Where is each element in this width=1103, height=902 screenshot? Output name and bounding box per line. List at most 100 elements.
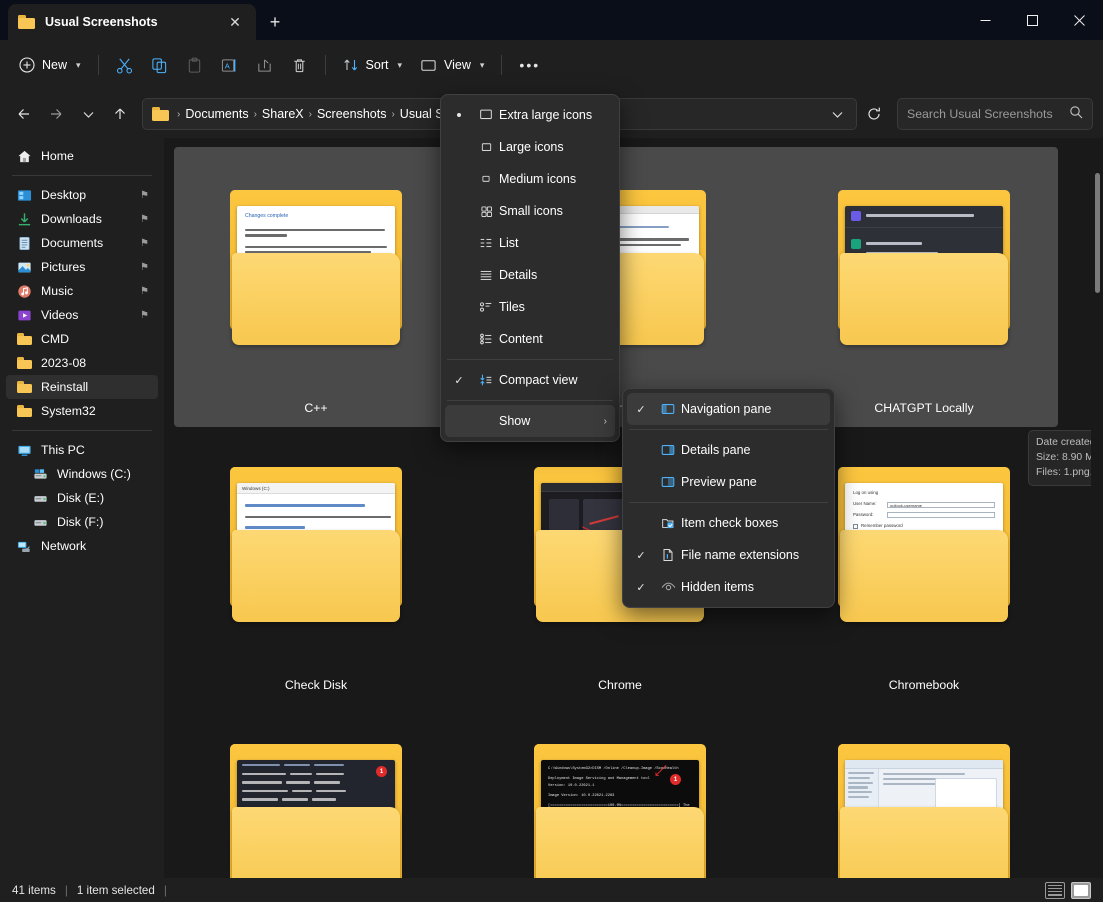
menu-item-details-pane[interactable]: Details pane	[627, 434, 830, 466]
menu-item-label: Compact view	[499, 373, 607, 387]
show-submenu[interactable]: ✓ Navigation pane Details pane Preview p…	[622, 388, 835, 608]
selection-count: 1 item selected	[77, 884, 155, 897]
file-item-cpp[interactable]: Changes complete C++	[164, 138, 468, 418]
large-icons-icon	[473, 140, 499, 155]
sidebar-item-disk-e[interactable]: Disk (E:)	[6, 486, 158, 510]
sidebar-item-desktop[interactable]: Desktop ⚑	[6, 183, 158, 207]
refresh-button[interactable]	[859, 99, 889, 129]
large-icons-view-toggle[interactable]	[1071, 882, 1091, 899]
sidebar-item-reinstall[interactable]: Reinstall	[6, 375, 158, 399]
rename-button[interactable]: A	[212, 49, 247, 81]
paste-button[interactable]	[177, 49, 212, 81]
menu-item-medium-icons[interactable]: Medium icons	[445, 163, 615, 195]
cut-button[interactable]	[107, 49, 142, 81]
sidebar-item-cmd[interactable]: CMD	[6, 327, 158, 351]
close-tab-icon[interactable]: ✕	[224, 11, 246, 33]
menu-item-label: List	[499, 236, 607, 250]
menu-item-preview-pane[interactable]: Preview pane	[627, 466, 830, 498]
folder-thumbnail	[812, 730, 1036, 878]
search-box[interactable]	[897, 98, 1093, 130]
folder-thumbnail: C:\Windows\System32>DISM /Online /Cleanu…	[508, 730, 732, 878]
file-item-row3-col2[interactable]: C:\Windows\System32>DISM /Online /Cleanu…	[468, 692, 772, 878]
file-item-check-disk[interactable]: Windows (C:) ⟶ Check Disk	[164, 415, 468, 695]
toolbar-divider-3	[501, 55, 502, 75]
close-icon[interactable]	[1056, 0, 1103, 40]
menu-divider-2	[447, 400, 613, 401]
forward-button[interactable]	[40, 98, 72, 130]
pin-icon[interactable]: ⚑	[140, 214, 149, 225]
see-more-button[interactable]: •••	[510, 49, 549, 81]
tiles-icon	[473, 299, 499, 315]
details-view-toggle[interactable]	[1045, 882, 1065, 899]
menu-item-extra-large-icons[interactable]: Extra large icons	[445, 99, 615, 131]
pin-icon[interactable]: ⚑	[140, 310, 149, 321]
menu-item-list[interactable]: List	[445, 227, 615, 259]
menu-item-navigation-pane[interactable]: ✓ Navigation pane	[627, 393, 830, 425]
share-button[interactable]	[247, 49, 282, 81]
view-toggles	[1045, 882, 1091, 899]
checkmark-icon: ✓	[627, 581, 655, 594]
pin-icon[interactable]: ⚑	[140, 238, 149, 249]
sidebar-item-videos[interactable]: Videos ⚑	[6, 303, 158, 327]
sort-button[interactable]: Sort ▾	[334, 49, 411, 81]
view-button[interactable]: View ▾	[411, 49, 493, 81]
search-input[interactable]	[907, 107, 1069, 121]
item-count: 41 items	[12, 884, 56, 897]
menu-item-label: Small icons	[499, 204, 607, 218]
recent-locations-button[interactable]	[72, 98, 104, 130]
sidebar-item-downloads[interactable]: Downloads ⚑	[6, 207, 158, 231]
up-button[interactable]	[104, 98, 136, 130]
new-button[interactable]: New ▾	[10, 49, 90, 81]
file-item-row3-col3[interactable]	[772, 692, 1076, 878]
pin-icon[interactable]: ⚑	[140, 190, 149, 201]
sidebar-item-windows-c[interactable]: Windows (C:)	[6, 462, 158, 486]
menu-item-show[interactable]: Show ›	[445, 405, 615, 437]
sidebar-item-music[interactable]: Music ⚑	[6, 279, 158, 303]
sidebar-item-network[interactable]: Network	[6, 534, 158, 558]
sidebar-item-this-pc[interactable]: This PC	[6, 438, 158, 462]
maximize-icon[interactable]	[1009, 0, 1056, 40]
content-scrollbar[interactable]	[1091, 138, 1103, 878]
menu-item-file-name-extensions[interactable]: ✓ File name extensions	[627, 539, 830, 571]
sidebar-item-pictures[interactable]: Pictures ⚑	[6, 255, 158, 279]
file-item-row3-col1[interactable]: 1	[164, 692, 468, 878]
breadcrumb-item-sharex[interactable]: ShareX	[258, 107, 308, 121]
sidebar-item-home[interactable]: Home	[6, 144, 158, 168]
menu-item-label: Details	[499, 268, 607, 282]
menu-item-tiles[interactable]: Tiles	[445, 291, 615, 323]
scrollbar-thumb[interactable]	[1095, 173, 1100, 293]
delete-button[interactable]	[282, 49, 317, 81]
share-icon	[256, 57, 273, 74]
status-bar: 41 items | 1 item selected |	[0, 878, 1103, 902]
pin-icon[interactable]: ⚑	[140, 286, 149, 297]
chevron-down-icon[interactable]	[824, 100, 850, 128]
navigation-pane[interactable]: Home Desktop ⚑ Downloads ⚑ Documents ⚑	[0, 138, 164, 878]
menu-item-details[interactable]: Details	[445, 259, 615, 291]
menu-item-compact-view[interactable]: ✓ Compact view	[445, 364, 615, 396]
back-button[interactable]	[8, 98, 40, 130]
pin-icon[interactable]: ⚑	[140, 262, 149, 273]
view-menu[interactable]: Extra large icons Large icons Medium ico…	[440, 94, 620, 442]
list-icon	[473, 235, 499, 251]
sidebar-item-system32[interactable]: System32	[6, 399, 158, 423]
breadcrumb-item-screenshots[interactable]: Screenshots	[313, 107, 390, 121]
menu-item-content[interactable]: Content	[445, 323, 615, 355]
sidebar-item-2023-08[interactable]: 2023-08	[6, 351, 158, 375]
menu-item-large-icons[interactable]: Large icons	[445, 131, 615, 163]
new-tab-icon[interactable]: +	[262, 9, 288, 35]
breadcrumb-item-documents[interactable]: Documents	[181, 107, 252, 121]
copy-button[interactable]	[142, 49, 177, 81]
address-bar-right	[824, 100, 850, 128]
tab-usual-screenshots[interactable]: Usual Screenshots ✕	[8, 4, 256, 40]
minimize-icon[interactable]	[962, 0, 1009, 40]
menu-item-hidden-items[interactable]: ✓ Hidden items	[627, 571, 830, 603]
menu-item-small-icons[interactable]: Small icons	[445, 195, 615, 227]
sidebar-item-label: CMD	[41, 332, 158, 346]
sidebar-item-disk-f[interactable]: Disk (F:)	[6, 510, 158, 534]
status-separator-2: |	[164, 884, 167, 897]
file-item-chatgpt-locally[interactable]: CHATGPT Locally	[772, 138, 1076, 418]
menu-item-label: Extra large icons	[499, 108, 607, 122]
sidebar-item-documents[interactable]: Documents ⚑	[6, 231, 158, 255]
menu-item-item-check-boxes[interactable]: Item check boxes	[627, 507, 830, 539]
file-name-extensions-icon	[655, 547, 681, 563]
